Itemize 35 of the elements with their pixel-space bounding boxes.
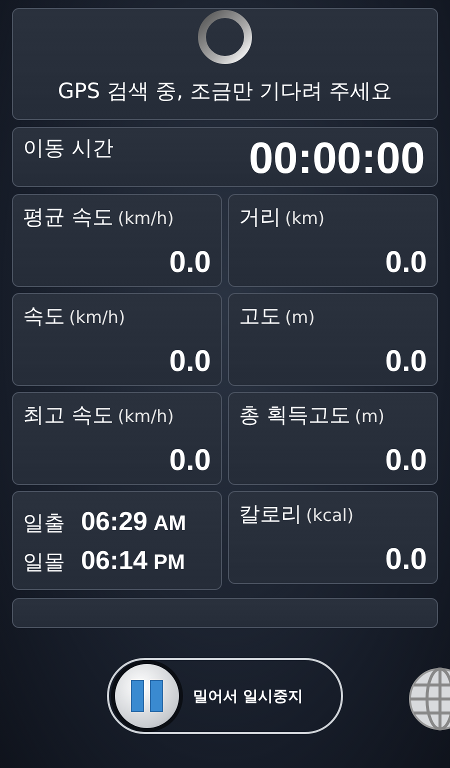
stat-value: 0.0 (385, 444, 427, 478)
stat-value: 0.0 (385, 246, 427, 280)
sun-time: 06:14 (81, 544, 148, 576)
stat-value: 0.0 (385, 345, 427, 379)
stat-unit: (km/h) (69, 308, 126, 328)
stat-value: 0.0 (385, 543, 427, 577)
stat-unit: (km/h) (118, 407, 174, 427)
pause-icon (115, 664, 179, 728)
stat-label: 총 획득고도 (239, 402, 351, 429)
swipe-pause-button[interactable]: 밀어서 일시중지 (107, 658, 343, 734)
sun-label: 일몰 (23, 548, 65, 576)
sun-label: 일출 (23, 510, 65, 536)
gps-status-message: GPS 검색 중, 조금만 기다려 주세요 (58, 78, 392, 105)
loading-spinner-icon (197, 9, 253, 65)
moving-time-label: 이동 시간 (23, 135, 114, 162)
stat-unit: (m) (354, 407, 385, 427)
stat-unit: (km/h) (118, 209, 174, 229)
stat-label: 거리 (239, 204, 281, 231)
stat-label: 최고 속도 (23, 402, 114, 429)
stat-value: 0.0 (169, 444, 211, 478)
stat-unit: (m) (285, 308, 315, 328)
stat-label: 평균 속도 (23, 204, 114, 231)
moving-time-value: 00:00:00 (248, 134, 425, 184)
sun-period: PM (154, 550, 185, 574)
stat-label: 고도 (239, 303, 281, 330)
globe-icon[interactable] (408, 667, 450, 731)
stat-label: 칼로리 (239, 501, 302, 528)
stat-value: 0.0 (169, 246, 211, 280)
swipe-to-pause-label: 밀어서 일시중지 (193, 686, 304, 706)
stat-value: 0.0 (169, 345, 211, 379)
stat-label: 속도 (23, 303, 65, 330)
stat-unit: (kcal) (306, 506, 354, 526)
stat-unit: (km) (285, 209, 325, 229)
sun-period: AM (154, 512, 186, 536)
sun-time: 06:29 (81, 506, 148, 536)
